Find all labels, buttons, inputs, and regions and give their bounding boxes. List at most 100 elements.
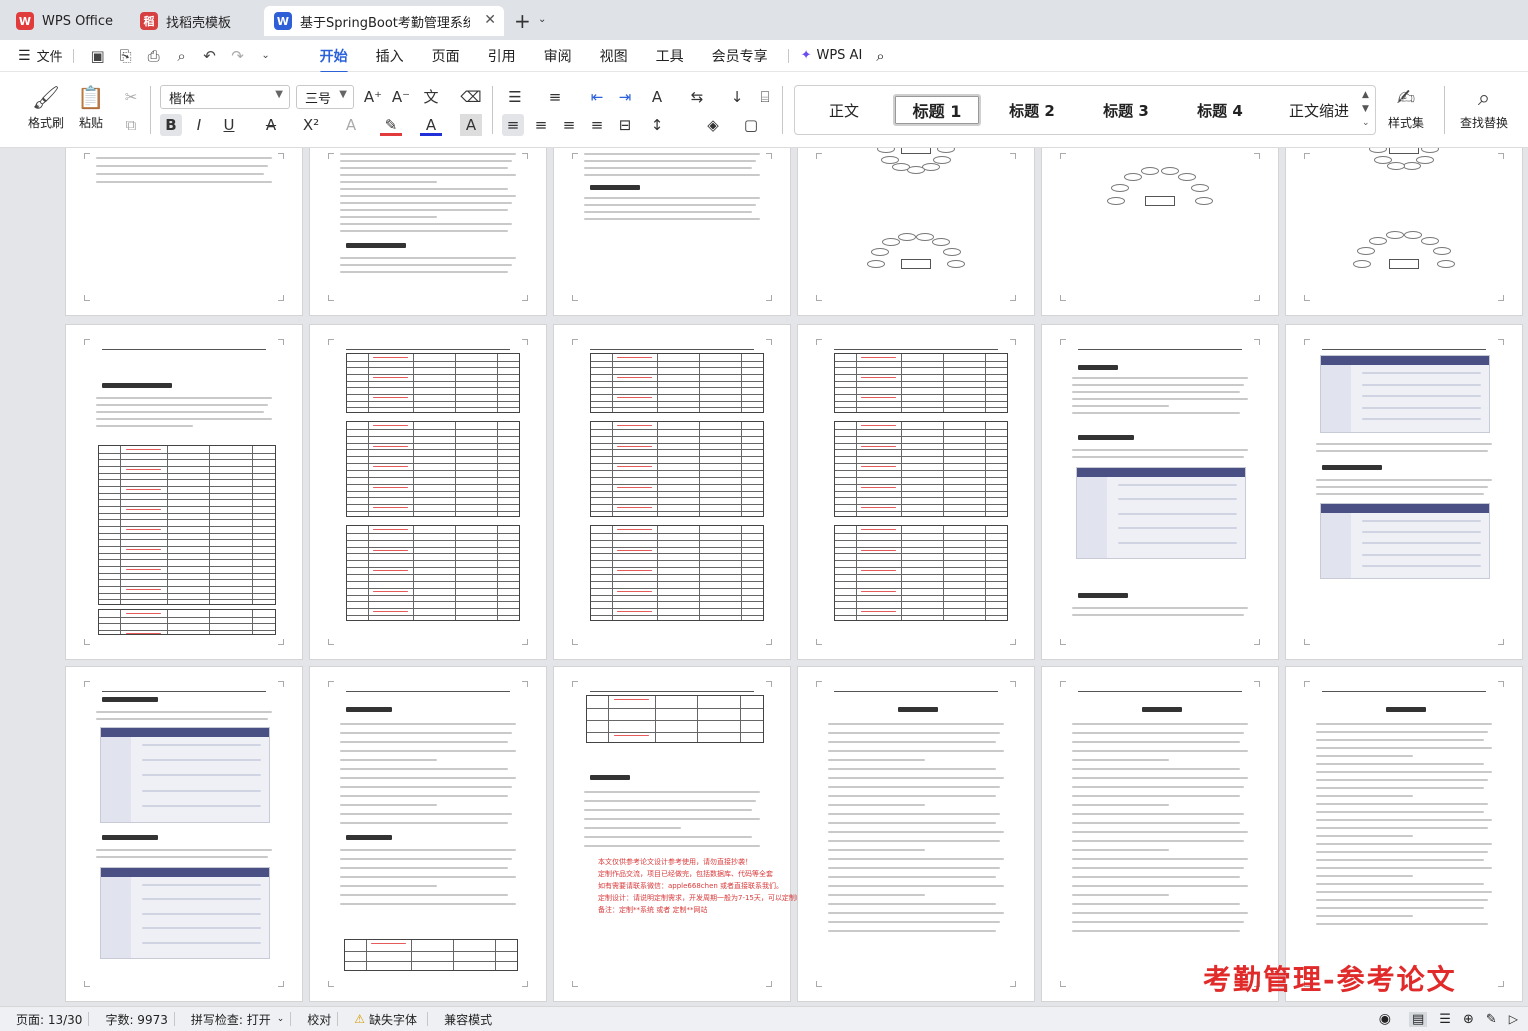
tab-current-document[interactable]: W 基于SpringBoot考勤管理系统 ✕: [264, 6, 504, 36]
font-name-select[interactable]: 楷体 ▼: [160, 85, 290, 109]
spell-check-status[interactable]: 拼写检查: 打开: [191, 1011, 271, 1028]
menu-review[interactable]: 审阅: [544, 46, 572, 66]
line-spacing-icon[interactable]: ↕: [646, 114, 668, 136]
close-tab-icon[interactable]: ✕: [484, 12, 496, 28]
tab-list-chevron-down-icon[interactable]: ⌄: [538, 14, 546, 25]
highlight-icon[interactable]: ✎: [380, 114, 402, 136]
new-tab-icon[interactable]: +: [514, 9, 531, 33]
distributed-icon[interactable]: ⊟: [614, 114, 636, 136]
style-heading-2[interactable]: 标题 2: [991, 94, 1073, 126]
style-body-indent[interactable]: 正文缩进: [1273, 94, 1365, 126]
page-thumbnail[interactable]: [1285, 324, 1523, 660]
page-thumbnail[interactable]: [65, 324, 303, 660]
style-heading-3[interactable]: 标题 3: [1085, 94, 1167, 126]
print-icon[interactable]: ⎙: [145, 47, 163, 65]
font-color-icon[interactable]: A: [420, 114, 442, 136]
word-count[interactable]: 字数: 9973: [105, 1011, 167, 1028]
outline-view-icon[interactable]: ☰: [1439, 1012, 1451, 1027]
font-size-select[interactable]: 三号 ▼: [296, 85, 354, 109]
page-thumbnail[interactable]: [309, 148, 547, 316]
tab-wps-office[interactable]: W WPS Office: [6, 6, 124, 36]
page-thumbnail[interactable]: [1285, 666, 1523, 1002]
style-set-button[interactable]: ✍ 样式集: [1388, 84, 1424, 131]
menu-home[interactable]: 开始: [319, 46, 348, 74]
copy-icon[interactable]: ⧉: [120, 114, 142, 136]
menu-references[interactable]: 引用: [488, 46, 516, 66]
play-icon[interactable]: ▷: [1509, 1012, 1518, 1026]
document-canvas[interactable]: 本文仅供参考论文设计参考使用，请勿直接抄袭！ 定制作品交流，项目已经做完，包括数据…: [0, 148, 1528, 1006]
increase-font-icon[interactable]: A⁺: [362, 86, 384, 108]
proofread-button[interactable]: 校对: [307, 1011, 331, 1028]
character-shading-icon[interactable]: A: [460, 114, 482, 136]
page-thumbnail[interactable]: [65, 148, 303, 316]
web-view-icon[interactable]: ⊕: [1463, 1012, 1474, 1027]
border-icon[interactable]: ▢: [740, 114, 762, 136]
align-center-icon[interactable]: ≡: [530, 114, 552, 136]
sort-icon[interactable]: ↓: [726, 86, 748, 108]
undo-icon[interactable]: ↶: [201, 47, 219, 65]
style-scroll-icon[interactable]: ▲ ▼ ⌄: [1362, 88, 1370, 130]
tab-docer-template[interactable]: 稻 找稻壳模板: [130, 6, 260, 36]
quick-access-chevron-down-icon[interactable]: ⌄: [257, 47, 275, 65]
style-heading-1[interactable]: 标题 1: [893, 94, 981, 126]
find-replace-button[interactable]: ⌕ 查找替换: [1460, 84, 1508, 131]
phonetic-guide-icon[interactable]: 文: [420, 86, 442, 108]
page-thumbnail[interactable]: [65, 666, 303, 1002]
increase-indent-icon[interactable]: ⇥: [614, 86, 636, 108]
show-marks-icon[interactable]: ⌸: [754, 86, 776, 108]
strikethrough-icon[interactable]: A: [260, 114, 282, 136]
underline-icon[interactable]: U: [218, 114, 240, 136]
clear-format-icon[interactable]: ⌫: [460, 86, 482, 108]
redo-icon[interactable]: ↷: [229, 47, 247, 65]
menu-page[interactable]: 页面: [432, 46, 460, 66]
text-direction-icon[interactable]: ⇆: [686, 86, 708, 108]
italic-icon[interactable]: I: [188, 114, 210, 136]
align-left-icon[interactable]: ≡: [502, 114, 524, 136]
print-preview-icon[interactable]: ⌕: [173, 47, 191, 65]
decrease-font-icon[interactable]: A⁻: [390, 86, 412, 108]
cut-icon[interactable]: ✂: [120, 86, 142, 108]
decrease-indent-icon[interactable]: ⇤: [586, 86, 608, 108]
page-thumbnail[interactable]: [1041, 666, 1279, 1002]
menu-member[interactable]: 会员专享: [712, 46, 768, 66]
menu-tools[interactable]: 工具: [656, 46, 684, 66]
text-effect-icon[interactable]: A: [340, 114, 362, 136]
file-menu[interactable]: ☰ 文件: [18, 46, 63, 66]
chinese-layout-icon[interactable]: A: [646, 86, 668, 108]
bold-icon[interactable]: B: [160, 114, 182, 136]
page-thumbnail[interactable]: [797, 148, 1035, 316]
page-thumbnail[interactable]: [553, 148, 791, 316]
menu-view[interactable]: 视图: [600, 46, 628, 66]
page-thumbnail[interactable]: [1041, 324, 1279, 660]
page-thumbnail[interactable]: 本文仅供参考论文设计参考使用，请勿直接抄袭！ 定制作品交流，项目已经做完，包括数据…: [553, 666, 816, 1002]
page-thumbnail[interactable]: [309, 666, 547, 1002]
table-row: [835, 360, 1007, 362]
page-thumbnail[interactable]: [797, 324, 1035, 660]
page-view-icon[interactable]: ▤: [1409, 1011, 1428, 1027]
page-thumbnail[interactable]: [1041, 148, 1279, 316]
missing-font-button[interactable]: 缺失字体: [369, 1011, 417, 1028]
page-thumbnail[interactable]: [1285, 148, 1523, 316]
write-mode-icon[interactable]: ✎: [1486, 1012, 1497, 1027]
save-icon[interactable]: ▣: [89, 47, 107, 65]
superscript-icon[interactable]: X²: [300, 114, 322, 136]
style-normal[interactable]: 正文: [805, 94, 883, 126]
bullet-list-icon[interactable]: ☰: [504, 86, 526, 108]
style-heading-4[interactable]: 标题 4: [1179, 94, 1261, 126]
page-thumbnail[interactable]: [797, 666, 1035, 1002]
shading-icon[interactable]: ◈: [702, 114, 724, 136]
page-thumbnail[interactable]: [309, 324, 547, 660]
justify-icon[interactable]: ≡: [586, 114, 608, 136]
align-right-icon[interactable]: ≡: [558, 114, 580, 136]
chevron-down-icon[interactable]: ⌄: [277, 1014, 285, 1024]
format-painter-button[interactable]: 🖌 格式刷: [28, 84, 64, 131]
page-indicator[interactable]: 页面: 13/30: [16, 1011, 82, 1028]
eye-protection-icon[interactable]: ◉: [1379, 1011, 1391, 1027]
wps-ai-button[interactable]: ✦ WPS AI: [801, 48, 863, 63]
export-icon[interactable]: ⎘: [117, 47, 135, 65]
page-thumbnail[interactable]: [553, 324, 791, 660]
numbered-list-icon[interactable]: ≡: [544, 86, 566, 108]
menu-insert[interactable]: 插入: [376, 46, 404, 66]
search-icon[interactable]: ⌕: [876, 47, 884, 65]
paste-button[interactable]: 📋 粘贴: [76, 84, 106, 131]
